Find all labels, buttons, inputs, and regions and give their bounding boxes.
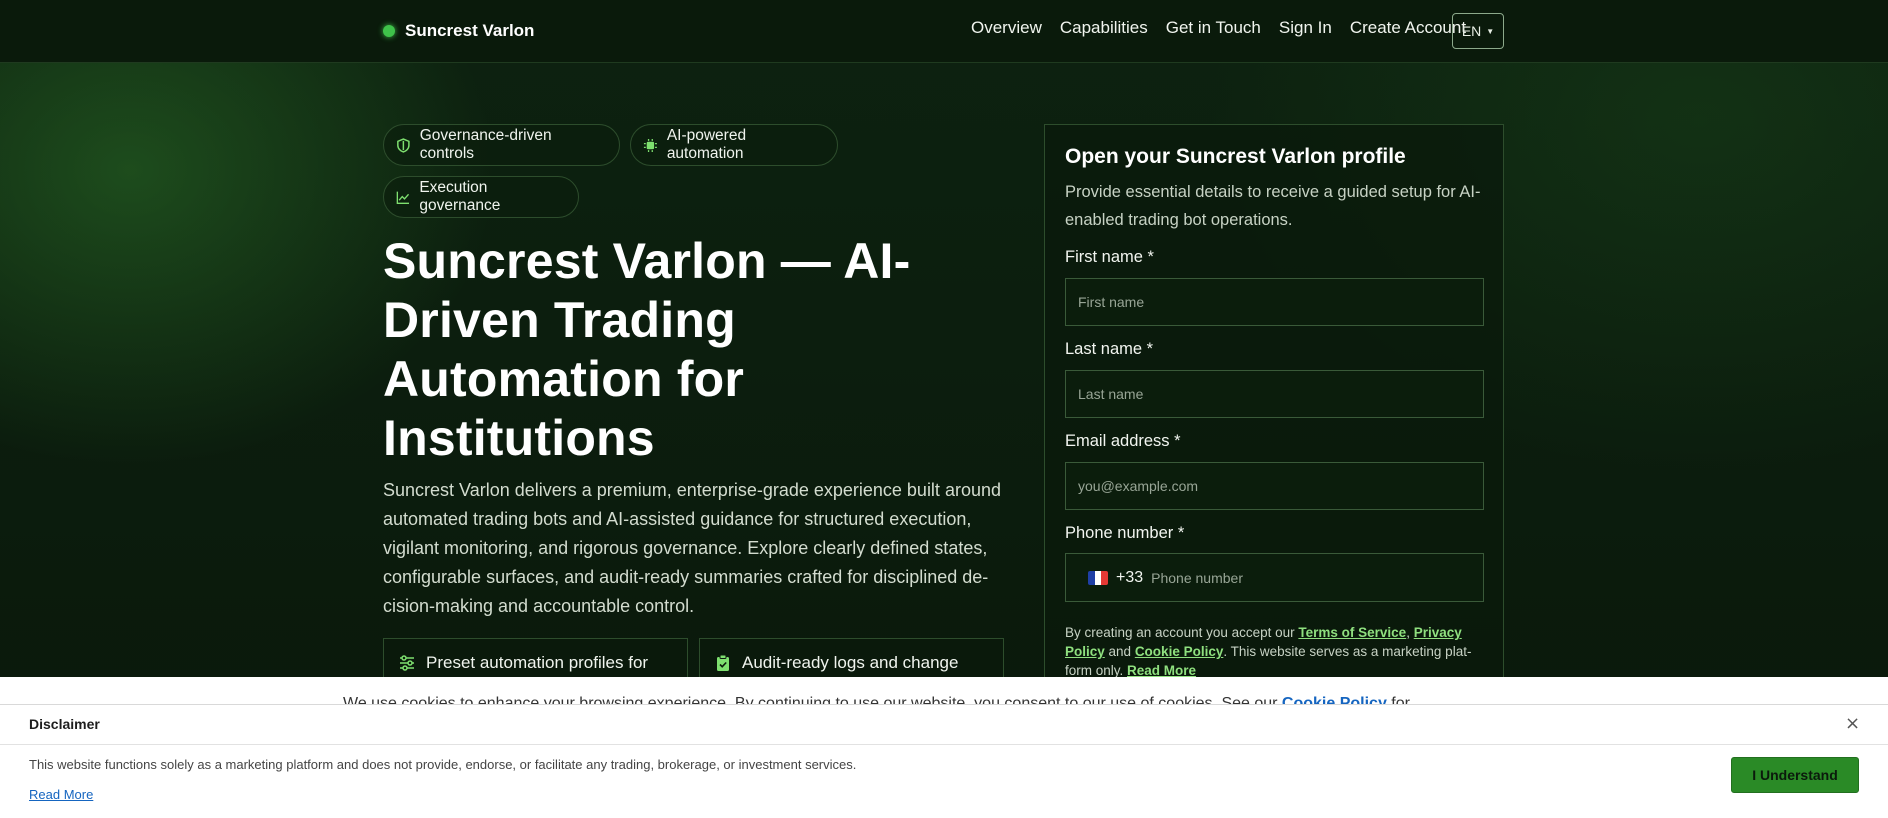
terms-of-service-link[interactable]: Terms of Service xyxy=(1298,625,1406,640)
terms-and: and xyxy=(1104,644,1135,659)
phone-field-wrapper: +33 xyxy=(1065,553,1484,602)
chip-icon xyxy=(643,138,657,152)
hero-title: Suncrest Varlon — AI-Driven Trading Auto… xyxy=(383,233,911,466)
nav-link-get-in-touch[interactable]: Get in Touch xyxy=(1166,18,1261,38)
cookie-banner: We use cookies to enhance your browsing … xyxy=(0,677,1888,707)
nav-links: Overview Capabilities Get in Touch Sign … xyxy=(971,18,1466,38)
form-title: Open your Suncrest Varlon profile xyxy=(1065,145,1406,168)
chart-line-icon xyxy=(396,191,410,204)
terms-text: By creating an account you accept our Te… xyxy=(1065,623,1485,680)
france-flag-icon[interactable] xyxy=(1088,570,1108,585)
top-navbar: Suncrest Varlon Overview Capabilities Ge… xyxy=(0,0,1888,63)
badge-ai-automation: AI-powered automation xyxy=(630,124,838,166)
brand-dot-icon xyxy=(383,25,395,37)
terms-prefix: By creating an account you accept our xyxy=(1065,625,1299,640)
brand-name: Suncrest Varlon xyxy=(405,21,535,40)
signup-form-card: Open your Suncrest Varlon profile Provid… xyxy=(1044,124,1504,684)
brand-logo[interactable]: Suncrest Varlon xyxy=(383,19,534,43)
email-label: Email address * xyxy=(1065,432,1181,450)
clipboard-check-icon xyxy=(717,654,729,671)
badge-execution-governance: Execution governance xyxy=(383,176,579,218)
first-name-label: First name * xyxy=(1065,248,1154,266)
phone-label: Phone number * xyxy=(1065,524,1185,542)
cookie-policy-link[interactable]: Cookie Policy xyxy=(1135,644,1224,659)
last-name-field[interactable] xyxy=(1065,370,1484,418)
disclaimer-banner: Disclaimer × This website functions sole… xyxy=(0,704,1888,818)
language-selector[interactable]: EN ▼ xyxy=(1452,13,1504,49)
disclaimer-read-more-link[interactable]: Read More xyxy=(29,787,93,802)
first-name-field[interactable] xyxy=(1065,278,1484,326)
language-label: EN xyxy=(1461,23,1482,39)
badge-label: AI-powered automation xyxy=(666,127,747,162)
terms-separator: , xyxy=(1406,625,1414,640)
close-icon[interactable]: × xyxy=(1845,713,1860,734)
nav-link-sign-in[interactable]: Sign In xyxy=(1279,18,1332,38)
form-subtitle: Provide essential details to receive a g… xyxy=(1065,183,1481,229)
feature-label: Audit-ready logs and change xyxy=(742,653,959,672)
badge-label: Execution governance xyxy=(419,179,501,214)
email-field[interactable] xyxy=(1065,462,1484,510)
nav-link-capabilities[interactable]: Capabilities xyxy=(1060,18,1148,38)
phone-dial-code[interactable]: +33 xyxy=(1116,569,1143,587)
chevron-down-icon: ▼ xyxy=(1486,26,1495,36)
badge-governance: Governance-driven controls xyxy=(383,124,620,166)
sliders-icon xyxy=(400,655,414,671)
nav-link-overview[interactable]: Overview xyxy=(971,18,1042,38)
disclaimer-body: This website functions solely as a marke… xyxy=(29,757,857,772)
hero-description: Suncrest Varlon delivers a premium, ente… xyxy=(383,480,1001,616)
phone-number-field[interactable] xyxy=(1151,554,1483,601)
badge-label: Governance-driven controls xyxy=(419,127,552,162)
disclaimer-header: Disclaimer × xyxy=(0,705,1888,745)
disclaimer-title: Disclaimer xyxy=(29,716,100,732)
i-understand-button[interactable]: I Understand xyxy=(1731,757,1859,793)
feature-label: Preset automation profiles for xyxy=(426,653,649,672)
last-name-label: Last name * xyxy=(1065,340,1154,358)
nav-link-create-account[interactable]: Create Account xyxy=(1350,18,1466,38)
shield-icon xyxy=(397,137,410,153)
read-more-link[interactable]: Read More xyxy=(1127,663,1196,678)
